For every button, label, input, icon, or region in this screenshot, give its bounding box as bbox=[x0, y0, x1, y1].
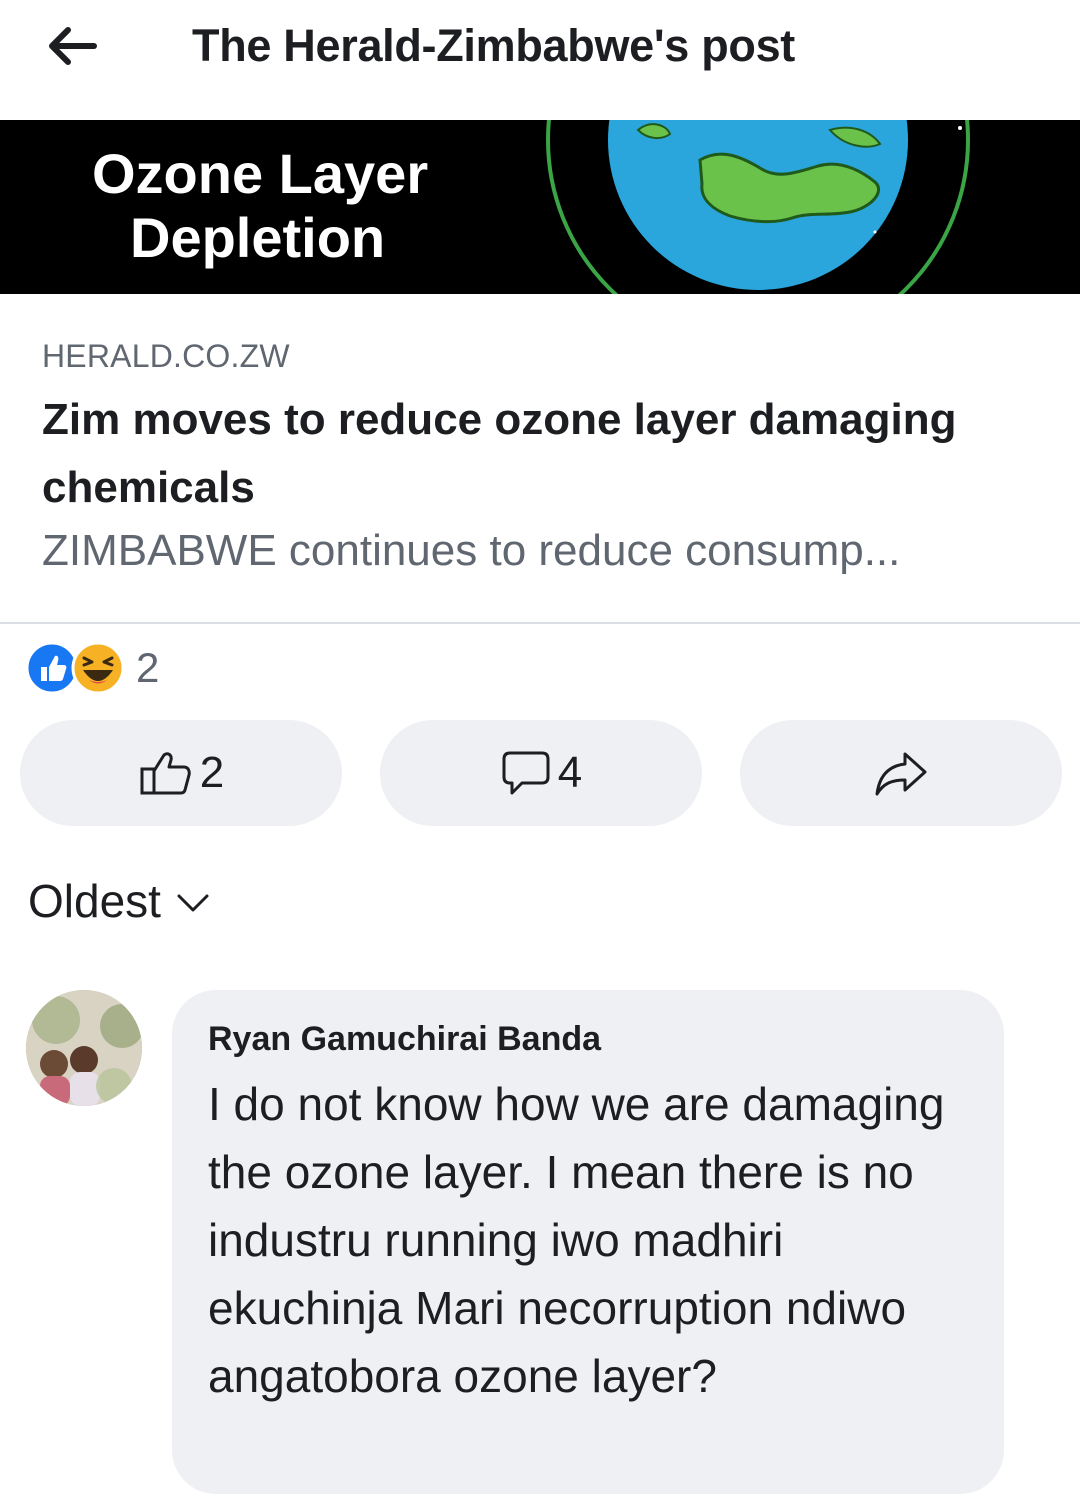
post-header-title: The Herald-Zimbabwe's post bbox=[192, 20, 795, 71]
banner-title-line1: Ozone Layer bbox=[92, 142, 429, 205]
share-arrow-icon bbox=[875, 752, 927, 796]
chevron-down-icon bbox=[177, 894, 209, 912]
thumbs-up-icon bbox=[140, 752, 191, 795]
link-headline: Zim moves to reduce ozone layer damaging… bbox=[42, 395, 957, 512]
back-button[interactable] bbox=[40, 18, 104, 74]
haha-reaction-icon bbox=[71, 641, 125, 695]
comment-author[interactable]: Ryan Gamuchirai Banda bbox=[208, 1020, 601, 1059]
back-arrow-icon bbox=[49, 27, 97, 65]
comment-sort-dropdown[interactable]: Oldest bbox=[28, 874, 215, 928]
link-preview-card[interactable]: HERALD.CO.ZW Zim moves to reduce ozone l… bbox=[0, 294, 1080, 624]
comment-bubble-icon bbox=[502, 751, 550, 795]
avatar[interactable] bbox=[26, 990, 142, 1106]
banner-title: Ozone Layer Depletion bbox=[92, 142, 428, 270]
like-button[interactable]: 2 bbox=[20, 720, 342, 826]
link-snippet: ZIMBABWE continues to reduce consump... bbox=[42, 526, 901, 575]
comment-count: 4 bbox=[557, 748, 583, 797]
divider bbox=[0, 622, 1080, 624]
comment-bubble[interactable]: Ryan Gamuchirai Banda I do not know how … bbox=[172, 990, 1004, 1494]
avatar-photo bbox=[26, 990, 142, 1106]
comment-button[interactable]: 4 bbox=[380, 720, 702, 826]
link-preview-image[interactable]: Ozone Layer Depletion bbox=[0, 120, 1080, 294]
reactions-summary[interactable]: 2 bbox=[24, 640, 159, 696]
comment-text: I do not know how we are damaging the oz… bbox=[208, 1078, 945, 1402]
earth-illustration bbox=[546, 120, 970, 294]
sort-label: Oldest bbox=[28, 875, 161, 927]
banner-title-line2: Depletion bbox=[130, 206, 386, 269]
reaction-count: 2 bbox=[136, 644, 160, 691]
link-domain: HERALD.CO.ZW bbox=[42, 338, 290, 374]
like-count: 2 bbox=[199, 748, 225, 797]
top-bar: The Herald-Zimbabwe's post bbox=[0, 0, 1080, 98]
share-button[interactable] bbox=[740, 720, 1062, 826]
